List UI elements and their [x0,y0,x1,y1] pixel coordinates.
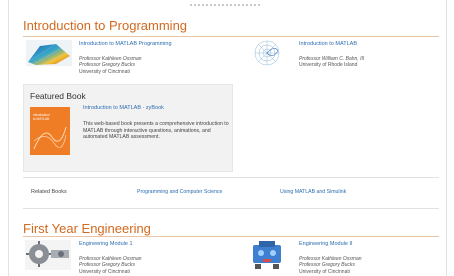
section-title-intro-programming: Introduction to Programming [23,18,188,33]
professor-name: Professor Gregory Bucks [299,262,355,269]
professor-name: Professor William C. Bahn, III [299,56,365,62]
institution-name: University of Cincinnati [79,268,130,275]
page-frame-right [446,0,447,276]
featured-book-panel: Featured Book Introduction to MATLAB Int… [23,84,233,172]
book-cover-image[interactable]: Introduction to MATLAB [30,107,70,155]
polar-plot-thumbnail-icon[interactable] [245,39,289,67]
related-link-programming-cs[interactable]: Programming and Computer Science [137,189,222,195]
gear-mechanism-thumbnail-icon[interactable] [25,240,71,270]
course-link-intro-matlab[interactable]: Introduction to MATLAB [299,41,357,47]
course-meta: Professor Kathleen Ossman Professor Greg… [79,56,142,75]
professor-name: Professor Kathleen Ossman [79,56,142,62]
related-link-using-matlab-simulink[interactable]: Using MATLAB and Simulink [280,189,346,195]
professor-name: Professor Kathleen Ossman [299,256,362,262]
page-frame-left [8,0,9,276]
professor-name: Professor Gregory Bucks [79,62,135,69]
section-divider [23,236,439,237]
course-link-matlab-programming[interactable]: Introduction to MATLAB Programming [79,41,172,47]
featured-book-description: This web-based book presents a comprehen… [83,121,229,141]
course-meta: Professor Kathleen Ossman Professor Greg… [79,256,142,275]
course-link-engineering-module-1[interactable]: Engineering Module 1 [79,241,133,247]
related-books-row: Related Books Programming and Computer S… [23,177,439,209]
institution-name: University of Cincinnati [299,268,350,275]
top-dotted-divider [190,4,260,6]
course-link-engineering-module-2[interactable]: Engineering Module II [299,241,353,247]
section-divider [23,36,439,37]
course-meta: Professor Kathleen Ossman Professor Greg… [299,256,362,275]
institution-name: University of Cincinnati [79,68,130,75]
surface-plot-thumbnail-icon[interactable] [26,40,72,66]
professor-name: Professor Kathleen Ossman [79,256,142,262]
featured-book-link[interactable]: Introduction to MATLAB · zyBook [83,105,164,111]
related-books-label: Related Books [31,189,67,195]
section-title-first-year-engineering: First Year Engineering [23,221,151,236]
book-cover-text: Introduction to MATLAB [33,113,50,121]
featured-book-title: Featured Book [30,91,86,101]
institution-name: University of Rhode Island [299,62,358,69]
robot-thumbnail-icon[interactable] [245,239,289,271]
professor-name: Professor Gregory Bucks [79,262,135,269]
book-cover-art-icon [33,126,67,150]
course-meta: Professor William C. Bahn, III Universit… [299,56,364,69]
